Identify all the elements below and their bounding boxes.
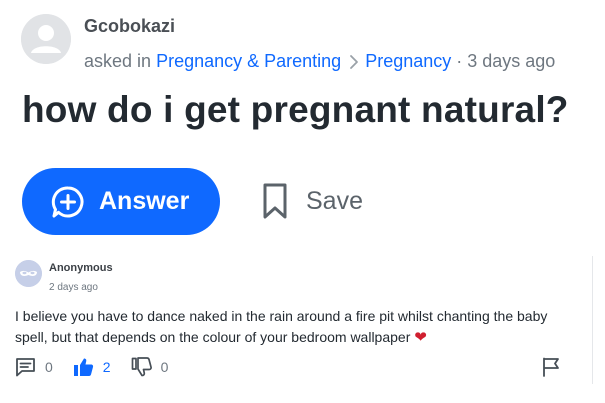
thumbs-down-button[interactable]: 0 <box>131 357 169 377</box>
dislike-count: 0 <box>160 359 169 375</box>
flag-icon <box>543 357 559 377</box>
answer-actions: 0 2 0 <box>15 356 188 378</box>
answer-text: I believe you have to dance naked in the… <box>15 308 548 345</box>
thumbs-up-icon <box>73 358 93 376</box>
user-avatar-icon <box>21 14 71 64</box>
thumbs-up-button[interactable]: 2 <box>73 357 111 377</box>
save-button-label: Save <box>306 186 363 215</box>
question-title: how do i get pregnant natural? <box>22 89 569 130</box>
save-button[interactable]: Save <box>262 181 363 221</box>
asked-in-prefix: asked in <box>84 51 152 71</box>
report-button[interactable] <box>542 357 560 377</box>
meta-separator: · <box>456 51 463 71</box>
question-time: 3 days ago <box>467 51 556 71</box>
plus-circle-icon <box>51 186 84 217</box>
anonymous-mask-icon <box>15 260 42 287</box>
comment-count: 0 <box>45 359 53 375</box>
category-link[interactable]: Pregnancy & Parenting <box>156 51 341 72</box>
answer-body: I believe you have to dance naked in the… <box>15 306 575 348</box>
bookmark-icon <box>263 183 287 219</box>
answer-time: 2 days ago <box>49 282 98 293</box>
answer-button[interactable]: Answer <box>22 168 220 235</box>
comment-button[interactable]: 0 <box>15 357 53 377</box>
heart-emoji: ❤ <box>414 329 427 346</box>
like-count: 2 <box>102 359 111 375</box>
chevron-right-icon <box>349 54 359 70</box>
asker-name[interactable]: Gcobokazi <box>84 16 175 37</box>
thumbs-down-icon <box>131 357 152 377</box>
comment-icon <box>16 358 35 377</box>
answer-button-label: Answer <box>99 187 190 215</box>
question-meta: asked in Pregnancy & Parenting Pregnancy… <box>84 51 555 72</box>
subcategory-link[interactable]: Pregnancy <box>365 51 451 72</box>
answer-author-avatar <box>15 260 42 287</box>
answer-author-name: Anonymous <box>49 262 113 274</box>
asker-avatar[interactable] <box>21 14 71 64</box>
card-divider <box>592 256 593 384</box>
